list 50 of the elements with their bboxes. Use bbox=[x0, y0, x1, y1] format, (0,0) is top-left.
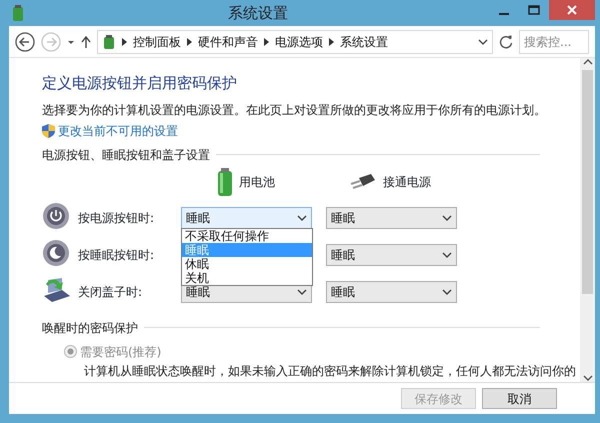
scrollbar-thumb[interactable] bbox=[582, 70, 593, 294]
breadcrumb-item[interactable]: 控制面板 bbox=[133, 32, 181, 50]
back-button[interactable] bbox=[15, 32, 35, 52]
battery-icon bbox=[217, 168, 233, 196]
search-field[interactable]: 搜索控... bbox=[519, 30, 589, 54]
chevron-icon bbox=[264, 38, 269, 46]
breadcrumb-item[interactable]: 系统设置 bbox=[340, 32, 388, 50]
close-button[interactable] bbox=[549, 0, 595, 20]
chevron-down-icon bbox=[442, 214, 452, 222]
row-label: 按睡眠按钮时: bbox=[78, 247, 156, 264]
close-icon bbox=[567, 5, 577, 15]
dropdown[interactable]: 睡眠 bbox=[181, 207, 312, 229]
dropdown-option[interactable]: 休眠 bbox=[182, 257, 312, 271]
chevron-down-icon[interactable] bbox=[478, 38, 488, 46]
section-title: 电源按钮、睡眠按钮和盖子设置 bbox=[42, 146, 210, 164]
section-title: 唤醒时的密码保护 bbox=[42, 320, 138, 336]
chevron-icon bbox=[329, 38, 334, 46]
dropdown-option[interactable]: 不采取任何操作 bbox=[182, 229, 312, 243]
chevron-icon bbox=[122, 38, 127, 46]
window-title: 系统设置 bbox=[227, 2, 289, 24]
plug-icon bbox=[349, 174, 377, 190]
chevron-down-icon bbox=[442, 288, 452, 296]
chevron-down-icon bbox=[297, 288, 307, 296]
scrollbar[interactable] bbox=[580, 58, 595, 382]
breadcrumb-item[interactable]: 硬件和声音 bbox=[198, 32, 258, 50]
row-label: 关闭盖子时: bbox=[78, 284, 144, 301]
description-text: 选择要为你的计算机设置的电源设置。在此页上对设置所做的更改将应用于你所有的电源计划。 bbox=[42, 102, 547, 118]
chevron-down-icon bbox=[442, 251, 452, 259]
page-heading: 定义电源按钮并启用密码保护 bbox=[42, 73, 238, 94]
column-header: 接通电源 bbox=[383, 174, 431, 190]
shield-icon bbox=[42, 124, 55, 138]
row-label: 按电源按钮时: bbox=[78, 210, 156, 227]
power-icon bbox=[42, 202, 70, 230]
settings-link[interactable]: 更改当前不可用的设置 bbox=[58, 122, 178, 140]
column-header: 用电池 bbox=[239, 174, 275, 190]
address-bar[interactable]: 控制面板 硬件和声音 电源选项 系统设置 bbox=[97, 30, 493, 54]
moon-icon bbox=[42, 238, 70, 266]
chevron-icon bbox=[187, 38, 192, 46]
battery-icon bbox=[102, 34, 116, 50]
laptop-icon bbox=[42, 276, 70, 304]
breadcrumb-item[interactable]: 电源选项 bbox=[275, 32, 323, 50]
maximize-icon[interactable] bbox=[528, 5, 540, 15]
scroll-up-icon[interactable] bbox=[582, 58, 592, 66]
footer-button[interactable]: 取消 bbox=[482, 388, 557, 409]
chevron-down-icon bbox=[297, 214, 307, 222]
scroll-down-icon[interactable] bbox=[582, 374, 592, 382]
radio-label: 需要密码(推荐) bbox=[80, 344, 162, 360]
up-arrow-icon[interactable] bbox=[81, 36, 91, 48]
option-description: 计算机从睡眠状态唤醒时，如果未输入正确的密码来解除计算机锁定，任何人都无法访问你的 bbox=[84, 362, 577, 380]
refresh-icon[interactable] bbox=[499, 34, 513, 48]
